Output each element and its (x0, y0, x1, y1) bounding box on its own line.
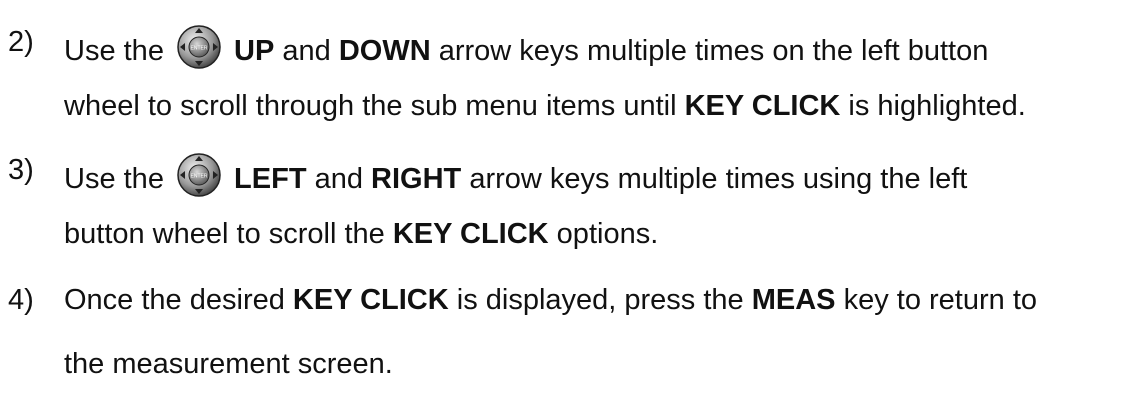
instruction-text: Use the (64, 163, 172, 195)
step-line: button wheel to scroll the KEY CLICK opt… (64, 216, 658, 252)
instruction-text: is highlighted. (840, 90, 1026, 122)
button-wheel-icon: ENTER (176, 24, 222, 70)
step-line: Use the ENTER UP and DOWN arrow keys mul… (64, 24, 988, 70)
instruction-text: arrow keys multiple times on the left bu… (430, 35, 989, 67)
instruction-text: wheel to scroll through the sub menu ite… (64, 90, 685, 122)
step-number: 3) (8, 154, 34, 186)
icon-label: ENTER (191, 174, 208, 180)
key-name: MEAS (751, 284, 836, 316)
key-name: KEY CLICK (684, 90, 841, 122)
instruction-text: is displayed, press the (448, 284, 752, 316)
instruction-text: key to return to (835, 284, 1038, 316)
instruction-text: the measurement screen. (64, 348, 393, 380)
step-number: 4) (8, 284, 34, 316)
step-line: Use the ENTER LEFT and RIGHT arrow keys … (64, 152, 967, 198)
key-name: KEY CLICK (392, 218, 549, 250)
instruction-text: and (306, 163, 372, 195)
step-line: Once the desired KEY CLICK is displayed,… (64, 282, 1037, 318)
instruction-text: arrow keys multiple times using the left (461, 163, 968, 195)
instruction-text: button wheel to scroll the (64, 218, 393, 250)
key-name: DOWN (338, 35, 431, 67)
key-name: UP (226, 35, 275, 67)
key-name: KEY CLICK (292, 284, 449, 316)
step-line: wheel to scroll through the sub menu ite… (64, 88, 1026, 124)
instruction-text: Once the desired (64, 284, 293, 316)
instruction-text: Use the (64, 35, 172, 67)
key-name: LEFT (226, 163, 307, 195)
step-number: 2) (8, 26, 34, 58)
button-wheel-icon: ENTER (176, 152, 222, 198)
step-line: the measurement screen. (64, 346, 393, 382)
instruction-text: options. (548, 218, 659, 250)
instruction-text: and (274, 35, 339, 67)
icon-label: ENTER (191, 46, 208, 52)
key-name: RIGHT (371, 163, 462, 195)
